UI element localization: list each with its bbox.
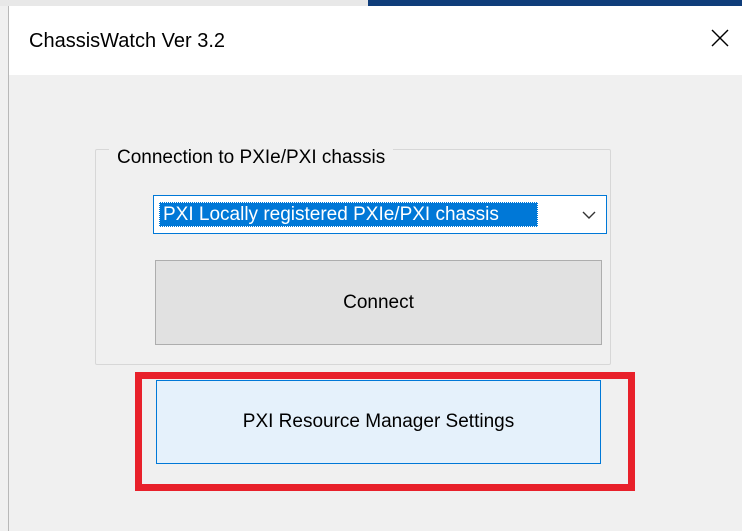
window-title: ChassisWatch Ver 3.2 bbox=[29, 30, 226, 52]
pxi-resource-manager-settings-button[interactable]: PXI Resource Manager Settings bbox=[156, 380, 601, 464]
connection-group-label: Connection to PXIe/PXI chassis bbox=[109, 147, 394, 169]
chassis-select-value: PXI Locally registered PXIe/PXI chassis bbox=[159, 202, 538, 227]
title-bar: ChassisWatch Ver 3.2 bbox=[9, 6, 742, 75]
chassis-select[interactable]: PXI Locally registered PXIe/PXI chassis bbox=[153, 195, 607, 234]
close-icon bbox=[711, 29, 729, 47]
pxi-resource-manager-settings-label: PXI Resource Manager Settings bbox=[242, 411, 515, 432]
dialog-window: ChassisWatch Ver 3.2 Connection to PXIe/… bbox=[8, 6, 742, 531]
close-button[interactable] bbox=[697, 14, 742, 62]
connect-button[interactable]: Connect bbox=[155, 260, 602, 345]
chevron-down-icon bbox=[582, 211, 596, 219]
connect-button-label: Connect bbox=[343, 291, 414, 313]
